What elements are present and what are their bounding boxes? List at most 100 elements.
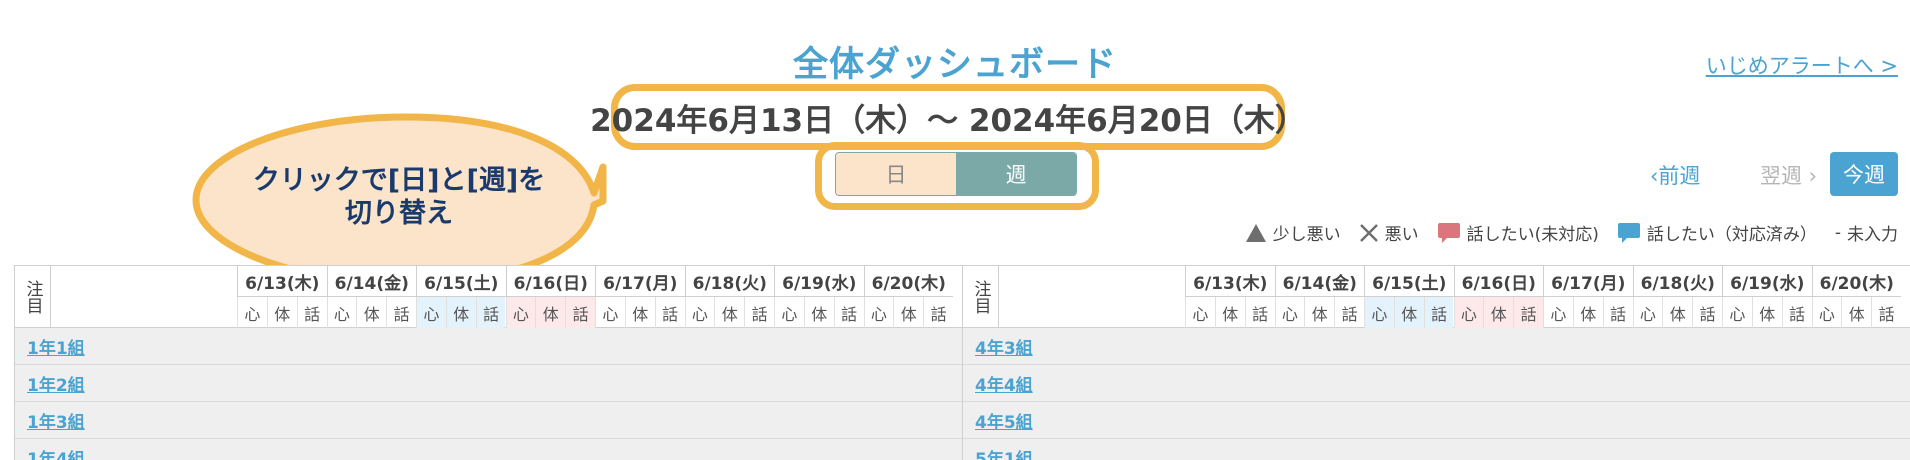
dash-icon: - (1834, 222, 1841, 243)
chevron-right-icon: › (1802, 164, 1818, 188)
sub-column-header: 体 (803, 297, 834, 328)
sub-column-header: 体 (1483, 297, 1514, 328)
day-header: 6/16(日) (505, 266, 595, 297)
callout-line-2: 切り替え (345, 198, 453, 229)
day-header: 6/19(水) (774, 266, 864, 297)
sub-column-header: 話 (833, 297, 864, 328)
legend-no-input: - 未入力 (1834, 220, 1898, 246)
speech-bubble-red-icon (1437, 222, 1460, 243)
sub-column-header: 心 (774, 297, 804, 328)
sub-column-header: 話 (475, 297, 506, 328)
class-link[interactable]: 1年4組 (27, 445, 85, 460)
bullying-alert-link[interactable]: いじめアラートへ > (1706, 50, 1898, 80)
sub-column-header: 話 (1781, 297, 1812, 328)
sub-column-header: 心 (1632, 297, 1663, 328)
class-link[interactable]: 5年1組 (975, 445, 1033, 460)
sub-column-header: 心 (1185, 297, 1215, 328)
sub-column-header: 体 (893, 297, 923, 328)
day-header: 6/18(火) (684, 266, 774, 297)
sub-column-header: 体 (1841, 297, 1871, 328)
table-row: 1年2組 (15, 365, 964, 402)
day-header: 6/20(木) (863, 266, 953, 297)
day-header: 6/17(月) (1543, 266, 1633, 297)
class-link[interactable]: 4年4組 (975, 371, 1033, 396)
sub-column-header: 話 (1513, 297, 1543, 328)
class-link[interactable]: 4年5組 (975, 408, 1033, 433)
sub-column-header: 体 (266, 297, 297, 328)
day-header: 6/20(木) (1811, 266, 1901, 297)
sub-column-header: 体 (1662, 297, 1692, 328)
sub-column-header: 心 (237, 297, 267, 328)
attention-column-header: 注目 (963, 266, 999, 328)
sub-column-header: 心 (595, 297, 625, 328)
class-link[interactable]: 1年1組 (27, 334, 85, 359)
triangle-icon (1245, 223, 1266, 242)
day-header: 6/15(土) (1364, 266, 1454, 297)
class-link[interactable]: 1年2組 (27, 371, 85, 396)
sub-column-header: 体 (1214, 297, 1245, 328)
sub-column-header: 体 (535, 297, 566, 328)
table-row: 4年3組 (963, 328, 1910, 365)
speech-bubble-blue-icon (1617, 222, 1640, 243)
sub-column-header: 体 (624, 297, 655, 328)
sub-column-header: 話 (923, 297, 953, 328)
table-row: 4年4組 (963, 365, 1910, 402)
legend-no-input-label: 未入力 (1847, 225, 1898, 245)
sub-column-header: 体 (1572, 297, 1603, 328)
sub-column-header: 話 (1244, 297, 1275, 328)
sub-column-header: 心 (1274, 297, 1305, 328)
sub-column-header: 話 (1692, 297, 1722, 328)
day-header: 6/13(木) (1185, 266, 1275, 297)
toggle-day-button[interactable]: 日 (836, 153, 956, 195)
sub-column-header: 心 (505, 297, 536, 328)
legend-slightly-bad: 少し悪い (1245, 220, 1341, 245)
next-week-label: 翌週 (1760, 164, 1802, 188)
table-row: 4年5組 (963, 402, 1910, 439)
table-row: 5年1組 (963, 439, 1910, 460)
sub-column-header: 心 (416, 297, 446, 328)
legend-slightly-bad-label: 少し悪い (1272, 225, 1341, 245)
class-link[interactable]: 1年3組 (27, 408, 85, 433)
sub-column-header: 話 (744, 297, 774, 328)
sub-column-header: 心 (326, 297, 357, 328)
legend-talk-open-label: 話したい(未対応) (1466, 225, 1599, 245)
sub-column-header: 心 (1811, 297, 1842, 328)
table-header: 注目 6/13(木) 心体話 6/14(金) 心体話 6/15(土) 心体話 6/16(日) 心… (15, 266, 964, 328)
page-title: 全体ダッシュボード (792, 45, 1117, 85)
toggle-week-button[interactable]: 週 (956, 153, 1076, 195)
cross-icon (1359, 223, 1378, 242)
sub-column-header: 体 (1751, 297, 1782, 328)
prev-week-link[interactable]: ‹前週 (1650, 160, 1700, 190)
sub-column-header: 心 (863, 297, 894, 328)
legend-talk-done-label: 話したい（対応済み） (1646, 225, 1817, 245)
day-header: 6/17(月) (595, 266, 685, 297)
date-range: 2024年6月13日（木）〜 2024年6月20日（木） (590, 102, 1306, 139)
table-row: 1年4組 (15, 439, 964, 460)
day-week-toggle[interactable]: 日 週 (835, 152, 1077, 196)
class-link[interactable]: 4年3組 (975, 334, 1033, 359)
sub-column-header: 心 (1722, 297, 1752, 328)
legend-bad-label: 悪い (1384, 225, 1419, 245)
class-table-right: 注目 6/13(木) 心体話 6/14(金) 心体話 6/15(土) 心体話 6/16(日) 心… (962, 265, 1910, 460)
day-header: 6/15(土) (416, 266, 506, 297)
day-header: 6/19(水) (1722, 266, 1812, 297)
sub-column-header: 話 (1602, 297, 1633, 328)
day-header: 6/14(金) (326, 266, 416, 297)
sub-column-header: 心 (1543, 297, 1573, 328)
sub-column-header: 心 (684, 297, 715, 328)
sub-column-header: 体 (1393, 297, 1424, 328)
legend-talk-open: 話したい(未対応) (1437, 220, 1599, 245)
legend-talk-done: 話したい（対応済み） (1617, 220, 1817, 245)
callout-line-1: クリックで[日]と[週]を (252, 165, 546, 196)
table-row: 1年3組 (15, 402, 964, 439)
sub-column-header: 心 (1364, 297, 1394, 328)
sub-column-header: 体 (714, 297, 744, 328)
sub-column-header: 話 (1334, 297, 1364, 328)
day-header: 6/14(金) (1274, 266, 1364, 297)
sub-column-header: 話 (1423, 297, 1454, 328)
sub-column-header: 体 (356, 297, 386, 328)
attention-column-header: 注目 (15, 266, 51, 328)
sub-column-header: 話 (386, 297, 416, 328)
this-week-button[interactable]: 今週 (1830, 152, 1898, 196)
day-header: 6/18(火) (1632, 266, 1722, 297)
